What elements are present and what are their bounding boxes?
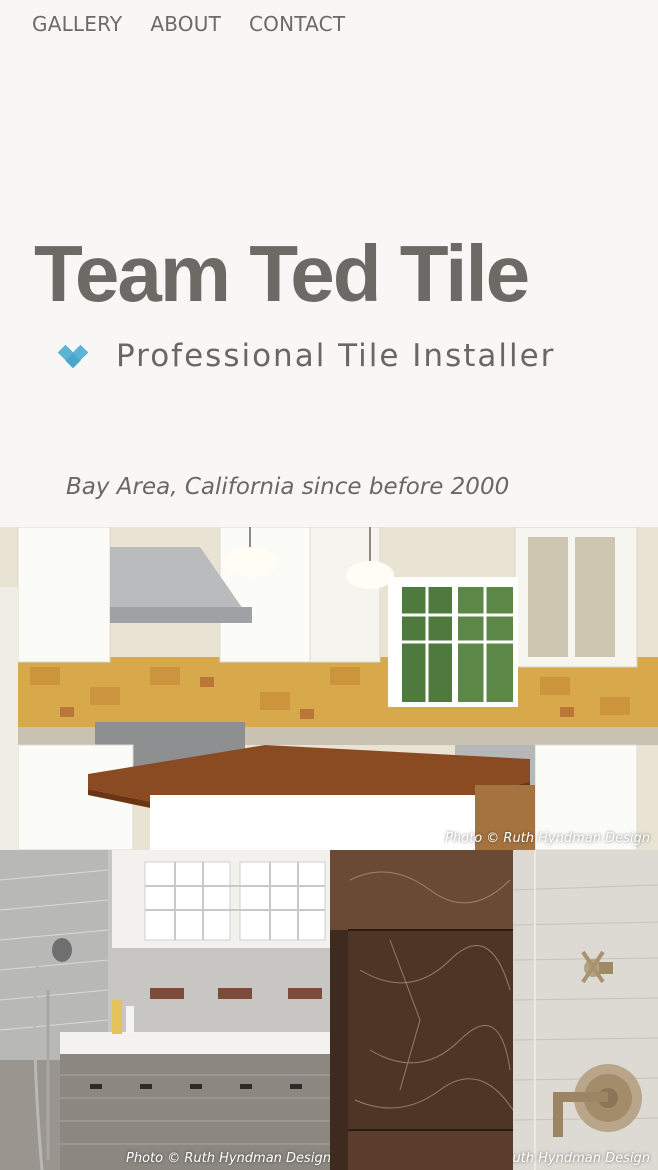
main-nav: GALLERY ABOUT CONTACT xyxy=(32,12,345,36)
tagline-row: Professional Tile Installer xyxy=(56,338,555,374)
since-text: Bay Area, California since before 2000 xyxy=(66,474,510,500)
site-tagline: Professional Tile Installer xyxy=(116,338,556,374)
site-title: Team Ted Tile xyxy=(34,229,530,318)
kitchen-photo-credit: Photo © Ruth Hyndman Design xyxy=(445,831,650,846)
shower-photo-credit: Photo © Ruth Hyndman Design xyxy=(513,1151,650,1166)
kitchen-image xyxy=(0,527,658,850)
bath-photo-credit: Photo © Ruth Hyndman Design xyxy=(126,1151,330,1166)
bath-image xyxy=(0,850,330,1170)
bath-photo[interactable]: Photo © Ruth Hyndman Design xyxy=(0,850,330,1170)
shower-image xyxy=(513,850,658,1170)
nav-gallery-link[interactable]: GALLERY xyxy=(32,12,122,36)
nav-contact-link[interactable]: CONTACT xyxy=(249,12,345,36)
marble-image xyxy=(330,850,513,1170)
kitchen-photo[interactable]: Photo © Ruth Hyndman Design xyxy=(0,527,658,850)
diamond-tiles-icon xyxy=(57,344,89,369)
shower-photo[interactable]: Photo © Ruth Hyndman Design xyxy=(513,850,658,1170)
nav-about-link[interactable]: ABOUT xyxy=(150,12,221,36)
marble-photo[interactable] xyxy=(330,850,513,1170)
